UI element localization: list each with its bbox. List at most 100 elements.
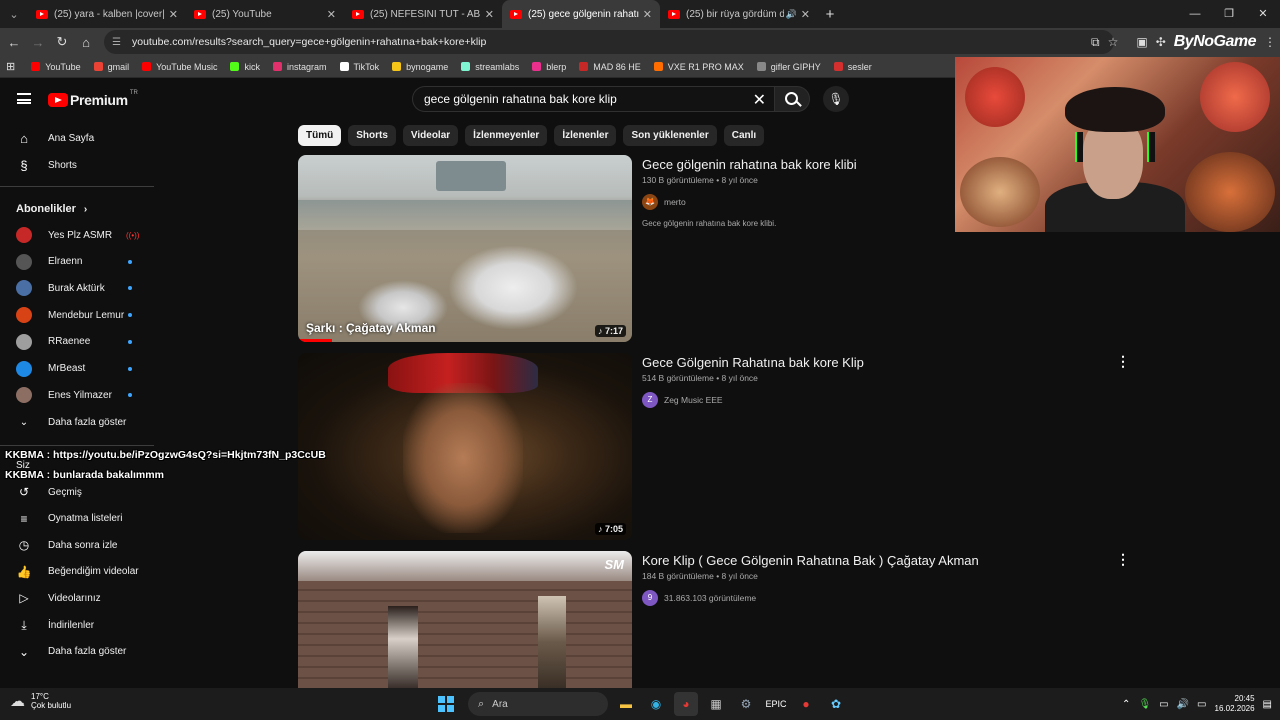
browser-tab[interactable]: (25) NEFESİNİ TUT - ABD'DEN A... ✕	[344, 0, 502, 28]
filter-chip[interactable]: İzlenmeyenler	[465, 125, 548, 146]
extensions-icon[interactable]: ✣	[1156, 35, 1166, 49]
browser-tab[interactable]: (25) YouTube ✕	[186, 0, 344, 28]
sidebar-subscription[interactable]: MrBeast	[0, 356, 154, 382]
sidebar-subscription[interactable]: Burak Aktürk	[0, 275, 154, 301]
video-thumbnail[interactable]: ♪ 7:05	[298, 353, 632, 540]
sidebar-subscription[interactable]: Elraenn	[0, 249, 154, 275]
sidebar-item[interactable]: ⌄ Daha fazla göster	[0, 639, 154, 665]
bookmark-item[interactable]: kick	[230, 62, 260, 72]
bookmark-item[interactable]: VXE R1 PRO MAX	[653, 62, 744, 72]
battery-icon[interactable]: ▭	[1197, 699, 1206, 710]
sidebar-item[interactable]: ▷ Videolarınız	[0, 585, 154, 611]
video-title[interactable]: Kore Klip ( Gece Gölgenin Rahatına Bak )…	[642, 553, 979, 568]
sidebar-subscription[interactable]: Mendebur Lemur	[0, 302, 154, 328]
app-multicolor-icon[interactable]: ✿	[824, 692, 848, 716]
file-explorer-icon[interactable]: ▬	[614, 692, 638, 716]
video-title[interactable]: Gece gölgenin rahatına bak kore klibi	[642, 157, 857, 172]
minimize-icon[interactable]: —	[1178, 0, 1212, 28]
url-field[interactable]: ☰ youtube.com/results?search_query=gece+…	[104, 30, 1114, 54]
audio-playing-icon[interactable]: 🔊	[786, 9, 797, 20]
bookmark-item[interactable]: YouTube Music	[142, 62, 217, 72]
bookmark-item[interactable]: MAD 86 HE	[579, 62, 641, 72]
start-icon[interactable]	[438, 696, 454, 712]
tray-overflow-icon[interactable]: ⌃	[1122, 699, 1130, 710]
filter-chip[interactable]: Son yüklenenler	[623, 125, 717, 146]
site-info-icon[interactable]: ☰	[112, 37, 126, 48]
browser-tab[interactable]: (25) bir rüya gördüm dün g...🔊 ✕	[660, 0, 818, 28]
bookmark-item[interactable]: TikTok	[339, 62, 379, 72]
youtube-premium-logo[interactable]: Premium TR	[48, 90, 138, 108]
more-actions-icon[interactable]: ⋮	[1116, 353, 1130, 370]
back-icon[interactable]: ←	[2, 35, 26, 50]
sidebar-subscription[interactable]: Enes Yilmazer	[0, 382, 154, 408]
sidebar-subscription[interactable]: RRaenee	[0, 329, 154, 355]
taskbar-search[interactable]: ⌕ Ara	[468, 692, 608, 716]
subscriptions-header[interactable]: Abonelikler ›	[16, 203, 87, 215]
video-thumbnail[interactable]: Şarkı : Çağatay Akman ♪ 7:17	[298, 155, 632, 342]
voice-search-icon[interactable]: 🎙	[823, 86, 849, 112]
sidebar-item[interactable]: 👍 Beğendiğim videolar	[0, 559, 154, 585]
filter-chip[interactable]: Canlı	[723, 125, 765, 146]
sidebar-item-shorts[interactable]: § Shorts	[0, 152, 154, 178]
bookmark-item[interactable]: instagram	[272, 62, 327, 72]
video-title[interactable]: Gece Gölgenin Rahatına bak kore Klip	[642, 355, 864, 370]
sidebar-item[interactable]: ⤓ İndirilenler	[0, 612, 154, 638]
channel-info[interactable]: 🦊 merto	[642, 194, 686, 210]
new-tab-button[interactable]: +	[818, 6, 842, 23]
tab-close-icon[interactable]: ✕	[643, 8, 652, 21]
steam-icon[interactable]: ⚙	[734, 692, 758, 716]
filter-chip[interactable]: Videolar	[402, 125, 459, 146]
microphone-icon[interactable]: 🎙	[1138, 699, 1151, 710]
chrome-icon[interactable]: ◕	[674, 692, 698, 716]
guide-menu-icon[interactable]	[17, 93, 31, 104]
restore-icon[interactable]: ❐	[1212, 0, 1246, 28]
channel-name[interactable]: Zeg Music EEE	[664, 395, 723, 405]
forward-icon[interactable]: →	[26, 35, 50, 50]
cast-icon[interactable]: ⧉	[1091, 35, 1100, 50]
bookmark-star-icon[interactable]: ☆	[1108, 35, 1119, 49]
channel-avatar[interactable]: Z	[642, 392, 658, 408]
browser-tab[interactable]: (25) yara - kalben |cover| Nisa T... ✕	[28, 0, 186, 28]
network-icon[interactable]: ▭	[1159, 699, 1168, 710]
apps-grid-icon[interactable]: ⊞	[6, 60, 15, 73]
app-red-icon[interactable]: ●	[794, 692, 818, 716]
browser-tab[interactable]: (25) gece gölgenin rahatına bak... ✕	[502, 0, 660, 28]
video-thumbnail[interactable]: SM	[298, 551, 632, 688]
bookmark-item[interactable]: gmail	[93, 62, 129, 72]
tab-close-icon[interactable]: ✕	[169, 8, 178, 21]
sidebar-item[interactable]: ≡ Oynatma listeleri	[0, 506, 154, 532]
bookmark-item[interactable]: blerp	[532, 62, 566, 72]
profile-logo[interactable]: ByNoGame	[1174, 33, 1257, 51]
bookmark-item[interactable]: YouTube	[31, 62, 81, 72]
tab-close-icon[interactable]: ✕	[327, 8, 336, 21]
weather-widget[interactable]: ☁ 17°C Çok bulutlu	[10, 692, 71, 710]
filter-chip[interactable]: İzlenenler	[554, 125, 617, 146]
sidebar-show-more[interactable]: ⌄ Daha fazla göster	[0, 409, 154, 435]
sidebar-item[interactable]: ◷ Daha sonra izle	[0, 532, 154, 558]
tab-close-icon[interactable]: ✕	[801, 8, 810, 21]
tab-search-button[interactable]: ⌄	[0, 0, 28, 28]
bookmark-item[interactable]: bynogame	[392, 62, 448, 72]
search-input[interactable]: gece gölgenin rahatına bak kore klip ✕	[412, 86, 774, 112]
volume-icon[interactable]: 🔊	[1177, 699, 1189, 710]
bookmark-item[interactable]: gifler GIPHY	[756, 62, 821, 72]
reading-mode-icon[interactable]: ▣	[1136, 35, 1147, 49]
close-window-icon[interactable]: ✕	[1246, 0, 1280, 28]
reload-icon[interactable]: ↻	[50, 34, 74, 50]
channel-avatar[interactable]: 🦊	[642, 194, 658, 210]
channel-avatar[interactable]: 9	[642, 590, 658, 606]
channel-info[interactable]: Z Zeg Music EEE	[642, 392, 723, 408]
store-icon[interactable]: ▦	[704, 692, 728, 716]
clock[interactable]: 20:45 16.02.2026	[1215, 694, 1255, 714]
channel-info[interactable]: 9 31.863.103 görüntüleme	[642, 590, 756, 606]
sidebar-item[interactable]: ↺ Geçmiş	[0, 479, 154, 505]
notification-icon[interactable]: ▤	[1263, 699, 1272, 710]
filter-chip[interactable]: Tümü	[298, 125, 342, 146]
edge-icon[interactable]: ◉	[644, 692, 668, 716]
tab-close-icon[interactable]: ✕	[485, 8, 494, 21]
bookmark-item[interactable]: sesler	[833, 62, 872, 72]
home-icon[interactable]: ⌂	[74, 35, 98, 50]
filter-chip[interactable]: Shorts	[348, 125, 396, 146]
more-actions-icon[interactable]: ⋮	[1116, 551, 1130, 568]
clear-search-icon[interactable]: ✕	[753, 90, 766, 110]
